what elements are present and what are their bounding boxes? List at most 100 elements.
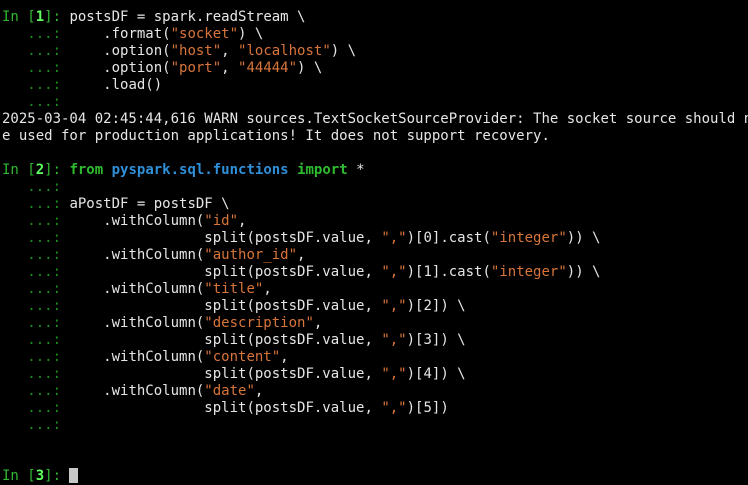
warning-text: 2025-03-04 02:45:44,616 WARN sources.Tex… xyxy=(2,111,748,127)
continuation-line: ...: .option("host", "localhost") \ xyxy=(2,43,748,60)
code-text: * xyxy=(347,162,365,178)
code-text: .withColumn( xyxy=(69,315,205,331)
continuation-line: ...: .load() xyxy=(2,77,748,94)
continuation-line: ...: split(postsDF.value, ",")[5]) xyxy=(2,400,748,417)
continuation-prompt: ...: xyxy=(2,77,70,93)
code-string: "," xyxy=(381,400,407,416)
prompt-in-label: In [ xyxy=(2,9,36,25)
continuation-prompt: ...: xyxy=(2,332,70,348)
code-text: postsDF = spark.readStream \ xyxy=(69,9,306,25)
prompt-in-label: In [ xyxy=(2,468,36,484)
code-text: ) \ xyxy=(297,60,323,76)
code-text: , xyxy=(280,349,289,365)
code-text: .withColumn( xyxy=(69,247,205,263)
continuation-line: ...: .format("socket") \ xyxy=(2,26,748,43)
code-text: , xyxy=(221,43,239,59)
code-text: .option( xyxy=(69,43,171,59)
code-text: , xyxy=(254,383,264,399)
continuation-prompt: ...: xyxy=(2,247,70,263)
code-text: ) \ xyxy=(330,43,357,59)
code-text: )[4]) \ xyxy=(406,366,466,382)
continuation-prompt: ...: xyxy=(2,264,70,280)
continuation-prompt: ...: xyxy=(2,315,70,331)
prompt-in-close: ]: xyxy=(44,162,70,178)
code-string: "integer" xyxy=(490,230,567,246)
continuation-prompt: ...: xyxy=(2,94,70,110)
continuation-prompt: ...: xyxy=(2,383,70,399)
code-text: split(postsDF.value, xyxy=(69,332,382,348)
code-text: split(postsDF.value, xyxy=(69,230,382,246)
code-string: "date" xyxy=(204,383,255,399)
code-text: .withColumn( xyxy=(69,281,205,297)
continuation-prompt: ...: xyxy=(2,213,70,229)
continuation-line: ...: xyxy=(2,179,748,196)
continuation-line: ...: split(postsDF.value, ",")[1].cast("… xyxy=(2,264,748,281)
continuation-line: ...: .withColumn("date", xyxy=(2,383,748,400)
continuation-prompt: ...: xyxy=(2,298,70,314)
continuation-prompt: ...: xyxy=(2,349,70,365)
code-text: )[5]) xyxy=(406,400,449,416)
code-string: "id" xyxy=(204,213,239,229)
code-string: "," xyxy=(381,298,407,314)
code-text: aPostDF = postsDF \ xyxy=(69,196,230,212)
code-string: "44444" xyxy=(238,60,298,76)
active-input-line: In [3]: xyxy=(2,468,748,485)
input-line: In [1]: postsDF = spark.readStream \ xyxy=(2,9,748,26)
ipython-terminal[interactable]: In [1]: postsDF = spark.readStream \ ...… xyxy=(2,9,748,485)
continuation-line: ...: .withColumn("title", xyxy=(2,281,748,298)
code-text: , xyxy=(297,247,306,263)
code-text: .withColumn( xyxy=(69,213,205,229)
code-text: .withColumn( xyxy=(69,383,205,399)
continuation-prompt: ...: xyxy=(2,179,70,195)
code-text: , xyxy=(263,281,272,297)
continuation-prompt: ...: xyxy=(2,60,70,76)
code-string: "," xyxy=(381,366,407,382)
continuation-line: ...: xyxy=(2,417,748,434)
code-string: "description" xyxy=(204,315,314,331)
output-line: 2025-03-04 02:45:44,616 WARN sources.Tex… xyxy=(2,111,748,128)
continuation-line: ...: .withColumn("description", xyxy=(2,315,748,332)
continuation-line: ...: .withColumn("author_id", xyxy=(2,247,748,264)
code-string: "host" xyxy=(170,43,222,59)
code-string: "author_id" xyxy=(204,247,298,263)
continuation-line: ...: .withColumn("id", xyxy=(2,213,748,230)
warning-text: e used for production applications! It d… xyxy=(2,128,550,144)
code-string: "," xyxy=(381,332,407,348)
code-string: "," xyxy=(381,264,407,280)
code-text: split(postsDF.value, xyxy=(69,264,382,280)
code-text: split(postsDF.value, xyxy=(69,400,382,416)
continuation-prompt: ...: xyxy=(2,196,70,212)
code-text: )[1].cast( xyxy=(406,264,491,280)
continuation-prompt: ...: xyxy=(2,400,70,416)
continuation-prompt: ...: xyxy=(2,417,70,433)
code-text: .format( xyxy=(69,26,171,42)
code-text: , xyxy=(313,315,323,331)
code-keyword: import xyxy=(297,162,348,178)
code-text: , xyxy=(221,60,239,76)
code-string: "port" xyxy=(170,60,222,76)
code-string: "localhost" xyxy=(238,43,331,59)
prompt-number: 3 xyxy=(35,468,45,484)
text-cursor[interactable] xyxy=(69,468,79,483)
code-text: split(postsDF.value, xyxy=(69,298,382,314)
code-text: )) \ xyxy=(566,264,601,280)
code-text: )[0].cast( xyxy=(406,230,491,246)
code-text: )[2]) \ xyxy=(406,298,466,314)
code-module: pyspark.sql.functions xyxy=(111,162,289,178)
continuation-prompt: ...: xyxy=(2,281,70,297)
code-text: .withColumn( xyxy=(69,349,205,365)
code-string: "title" xyxy=(204,281,264,297)
continuation-prompt: ...: xyxy=(2,230,70,246)
code-keyword: from xyxy=(69,162,104,178)
prompt-number: 1 xyxy=(35,9,45,25)
prompt-in-close: ]: xyxy=(44,9,70,25)
input-line: In [2]: from pyspark.sql.functions impor… xyxy=(2,162,748,179)
code-text: .option( xyxy=(69,60,171,76)
continuation-line: ...: split(postsDF.value, ",")[4]) \ xyxy=(2,366,748,383)
continuation-line: ...: split(postsDF.value, ",")[2]) \ xyxy=(2,298,748,315)
continuation-line: ...: aPostDF = postsDF \ xyxy=(2,196,748,213)
